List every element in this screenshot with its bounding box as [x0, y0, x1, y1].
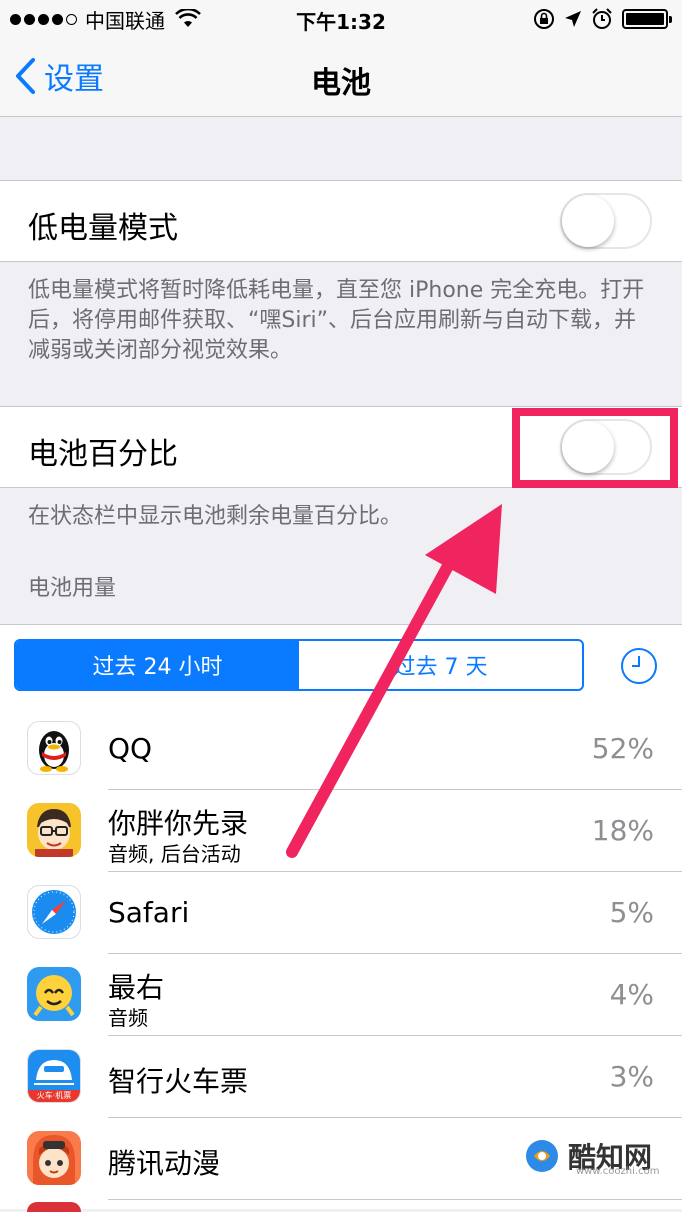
highlight-box: [512, 408, 678, 488]
low-power-mode-toggle[interactable]: [560, 193, 652, 249]
qq-penguin-icon: [27, 721, 81, 775]
navigation-bar: 设置 电池: [0, 38, 682, 117]
app-name: 腾讯动漫: [108, 1147, 221, 1180]
battery-percentage-footnote: 在状态栏中显示电池剩余电量百分比。: [28, 504, 403, 529]
app-row-nipangnixianlu[interactable]: 你胖你先录 音频, 后台活动 18%: [0, 790, 682, 872]
anime-girl-icon: [27, 1131, 81, 1185]
app-name: 你胖你先录: [108, 807, 249, 840]
low-power-mode-footnote: 低电量模式将暂时降低耗电量，直至您 iPhone 完全充电。打开后，将停用邮件获…: [28, 278, 645, 363]
train-icon-caption: 火车·机票: [28, 1090, 80, 1102]
app-name: Safari: [108, 896, 190, 929]
app-name: QQ: [108, 732, 153, 765]
status-bar: 中国联通 下午1:32: [0, 0, 682, 38]
app-row-zhixing-train[interactable]: 火车·机票 智行火车票 3%: [0, 1036, 682, 1118]
usage-range-segmented-control: 过去 24 小时 过去 7 天: [14, 639, 584, 691]
app-percent: 4%: [609, 978, 654, 1011]
toggle-knob: [562, 195, 614, 247]
low-power-mode-label: 低电量模式: [28, 211, 178, 246]
clock-icon[interactable]: [620, 647, 658, 685]
orientation-lock-icon: [534, 9, 554, 29]
app-percent: 18%: [591, 814, 654, 847]
location-icon: [565, 11, 581, 27]
next-app-icon-partial: [27, 1202, 81, 1212]
watermark-logo-icon: [526, 1140, 558, 1172]
zuiyou-icon: [27, 967, 81, 1021]
compass-icon: [27, 885, 81, 939]
app-percent: 52%: [591, 732, 654, 765]
app-subtitle: 音频, 后台活动: [108, 842, 241, 866]
app-row-zuiyou[interactable]: 最右 音频 4%: [0, 954, 682, 1036]
app-name: 最右: [108, 971, 165, 1004]
battery-percentage-label: 电池百分比: [28, 437, 178, 472]
usage-range-bar: 过去 24 小时 过去 7 天: [0, 624, 682, 708]
segment-last-7-days[interactable]: 过去 7 天: [299, 641, 582, 689]
page-title: 电池: [311, 66, 371, 101]
watermark-url: www.coozhi.com: [576, 1166, 660, 1177]
app-row-qq[interactable]: QQ 52%: [0, 708, 682, 790]
app-name: 智行火车票: [108, 1065, 249, 1098]
app-percent: 5%: [609, 896, 654, 929]
app-row-safari[interactable]: Safari 5%: [0, 872, 682, 954]
low-power-mode-cell: 低电量模式: [0, 180, 682, 262]
app-subtitle: 音频: [108, 1006, 148, 1030]
cartoon-face-icon: [27, 803, 81, 857]
train-icon: 火车·机票: [27, 1049, 81, 1103]
battery-icon: [622, 9, 672, 29]
alarm-icon: [592, 8, 612, 29]
watermark: 酷知网 www.coozhi.com: [518, 1128, 668, 1184]
app-percent: 3%: [609, 1060, 654, 1093]
segment-last-24-hours[interactable]: 过去 24 小时: [16, 641, 299, 689]
battery-usage-header: 电池用量: [28, 576, 117, 601]
